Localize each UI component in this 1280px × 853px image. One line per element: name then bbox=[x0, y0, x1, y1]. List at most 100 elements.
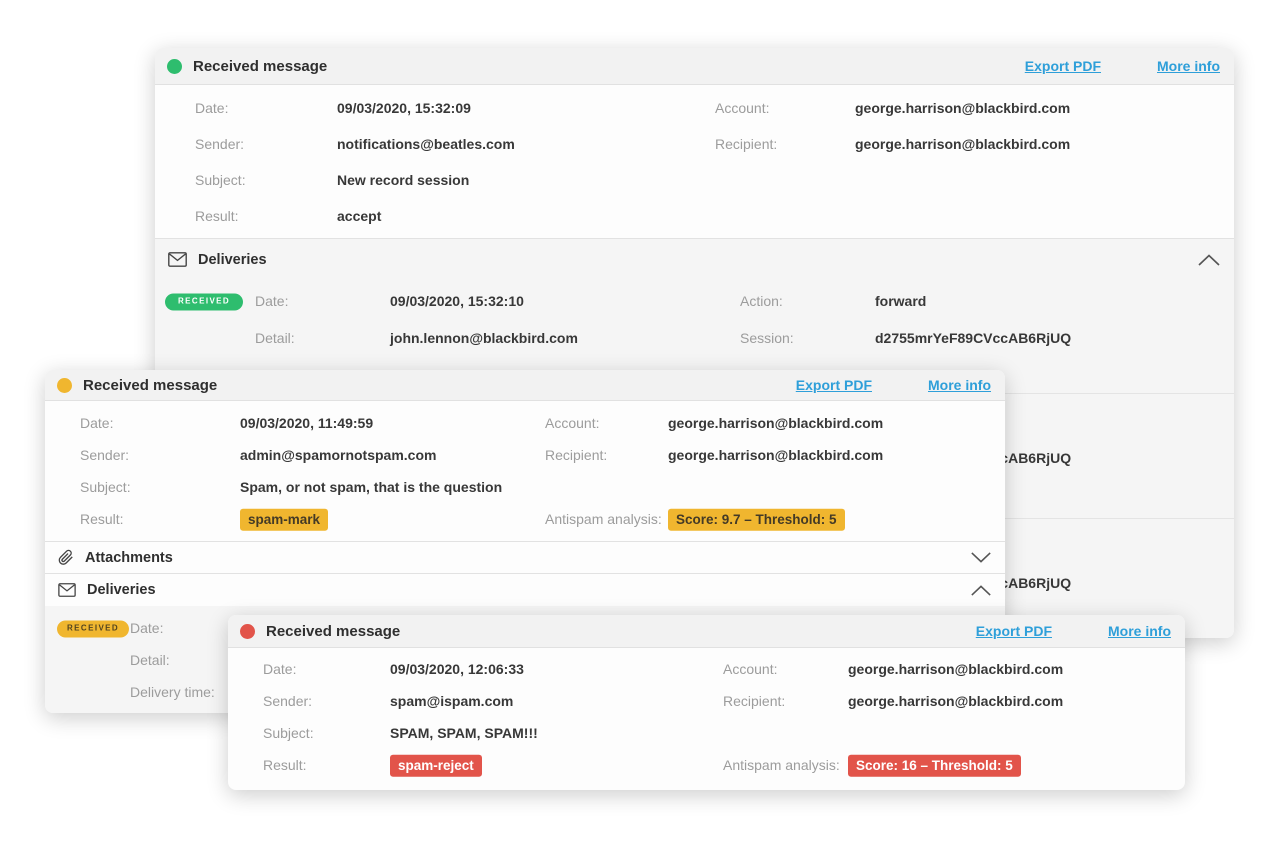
field-value: 09/03/2020, 15:32:09 bbox=[337, 101, 471, 115]
field-value: john.lennon@blackbird.com bbox=[390, 331, 578, 345]
more-info-link[interactable]: More info bbox=[1157, 58, 1220, 74]
antispam-score-badge: Score: 9.7 – Threshold: 5 bbox=[668, 512, 845, 527]
field-value: george.harrison@blackbird.com bbox=[855, 101, 1070, 115]
status-dot-red bbox=[240, 624, 255, 639]
message-summary: Date: 09/03/2020, 12:06:33 Account: geor… bbox=[228, 648, 1185, 790]
message-summary: Date: 09/03/2020, 11:49:59 Account: geor… bbox=[45, 401, 1005, 541]
header-links: Export PDF More info bbox=[796, 377, 993, 393]
chevron-up-icon[interactable] bbox=[1197, 254, 1221, 266]
field-value: 09/03/2020, 11:49:59 bbox=[240, 416, 373, 430]
envelope-icon bbox=[168, 252, 187, 267]
field-label: Account: bbox=[545, 416, 599, 430]
field-value: 09/03/2020, 15:32:10 bbox=[390, 294, 524, 308]
field-label: Account: bbox=[723, 662, 777, 676]
field-value: forward bbox=[875, 294, 926, 308]
field-value: d2755mrYeF89CVccAB6RjUQ bbox=[875, 331, 1071, 345]
card-title: Received message bbox=[83, 377, 217, 394]
field-label: Recipient: bbox=[723, 694, 785, 708]
field-row: Date: 09/03/2020, 15:32:09 Account: geor… bbox=[155, 90, 1234, 126]
field-label: Date: bbox=[130, 621, 163, 635]
more-info-link[interactable]: More info bbox=[1108, 623, 1171, 639]
section-title: Attachments bbox=[85, 550, 173, 566]
section-title: Deliveries bbox=[198, 252, 267, 268]
field-label: Account: bbox=[715, 101, 769, 115]
delivery-row: RECEIVED Date: 09/03/2020, 15:32:10 Acti… bbox=[155, 290, 1234, 312]
deliveries-section-header[interactable]: Deliveries bbox=[155, 238, 1234, 280]
field-label: Subject: bbox=[195, 173, 246, 187]
field-label: Recipient: bbox=[545, 448, 607, 462]
more-info-link[interactable]: More info bbox=[928, 377, 991, 393]
field-label: Subject: bbox=[80, 480, 131, 494]
card-title: Received message bbox=[193, 58, 327, 75]
card-header: Received message Export PDF More info bbox=[45, 370, 1005, 401]
field-value: accept bbox=[337, 209, 381, 223]
field-value: spam@ispam.com bbox=[390, 694, 513, 708]
field-value: New record session bbox=[337, 173, 469, 187]
card-title: Received message bbox=[266, 623, 400, 640]
field-value: Spam, or not spam, that is the question bbox=[240, 480, 502, 494]
field-label: Date: bbox=[195, 101, 228, 115]
envelope-icon bbox=[58, 583, 76, 597]
export-pdf-link[interactable]: Export PDF bbox=[1025, 58, 1101, 74]
deliveries-section-header[interactable]: Deliveries bbox=[45, 573, 1005, 606]
field-value: SPAM, SPAM, SPAM!!! bbox=[390, 726, 538, 740]
field-row: Result: accept bbox=[155, 198, 1234, 234]
field-label: Date: bbox=[80, 416, 113, 430]
card-header: Received message Export PDF More info bbox=[155, 48, 1234, 85]
field-label: Sender: bbox=[263, 694, 312, 708]
export-pdf-link[interactable]: Export PDF bbox=[976, 623, 1052, 639]
header-links: Export PDF More info bbox=[1025, 58, 1222, 74]
message-card-spam-rejected: Received message Export PDF More info Da… bbox=[228, 615, 1185, 790]
field-label: Result: bbox=[195, 209, 239, 223]
field-label: Session: bbox=[740, 331, 794, 345]
field-row: Subject: Spam, or not spam, that is the … bbox=[45, 471, 1005, 503]
export-pdf-link[interactable]: Export PDF bbox=[796, 377, 872, 393]
field-row: Subject: New record session bbox=[155, 162, 1234, 198]
field-row: Result: spam-mark Antispam analysis: Sco… bbox=[45, 503, 1005, 535]
message-summary: Date: 09/03/2020, 15:32:09 Account: geor… bbox=[155, 85, 1234, 238]
field-value: admin@spamornotspam.com bbox=[240, 448, 436, 462]
attachments-section-header[interactable]: Attachments bbox=[45, 541, 1005, 573]
field-label: Antispam analysis: bbox=[545, 512, 662, 526]
field-label: Subject: bbox=[263, 726, 314, 740]
field-label: Sender: bbox=[80, 448, 129, 462]
field-label: Sender: bbox=[195, 137, 244, 151]
field-row: Subject: SPAM, SPAM, SPAM!!! bbox=[228, 717, 1185, 749]
field-label: Delivery time: bbox=[130, 685, 215, 699]
delivery-row: Detail: john.lennon@blackbird.com Sessio… bbox=[155, 327, 1234, 349]
field-value: 09/03/2020, 12:06:33 bbox=[390, 662, 524, 676]
field-label: Action: bbox=[740, 294, 783, 308]
field-value: george.harrison@blackbird.com bbox=[848, 662, 1063, 676]
field-label: Result: bbox=[80, 512, 124, 526]
header-links: Export PDF More info bbox=[976, 623, 1173, 639]
field-row: Sender: notifications@beatles.com Recipi… bbox=[155, 126, 1234, 162]
field-value: george.harrison@blackbird.com bbox=[668, 416, 883, 430]
field-row: Sender: admin@spamornotspam.com Recipien… bbox=[45, 439, 1005, 471]
field-label: Date: bbox=[263, 662, 296, 676]
status-dot-green bbox=[167, 59, 182, 74]
result-badge: spam-mark bbox=[240, 512, 328, 527]
field-label: Antispam analysis: bbox=[723, 758, 840, 772]
field-label: Result: bbox=[263, 758, 307, 772]
field-label: Recipient: bbox=[715, 137, 777, 151]
field-row: Date: 09/03/2020, 12:06:33 Account: geor… bbox=[228, 653, 1185, 685]
section-title: Deliveries bbox=[87, 582, 156, 598]
field-value: george.harrison@blackbird.com bbox=[668, 448, 883, 462]
field-value: notifications@beatles.com bbox=[337, 137, 515, 151]
received-badge: RECEIVED bbox=[165, 292, 243, 311]
antispam-score-badge: Score: 16 – Threshold: 5 bbox=[848, 758, 1021, 773]
field-row: Sender: spam@ispam.com Recipient: george… bbox=[228, 685, 1185, 717]
field-value: george.harrison@blackbird.com bbox=[855, 137, 1070, 151]
status-dot-yellow bbox=[57, 378, 72, 393]
field-row: Result: spam-reject Antispam analysis: S… bbox=[228, 749, 1185, 781]
field-label: Detail: bbox=[255, 331, 295, 345]
field-value: george.harrison@blackbird.com bbox=[848, 694, 1063, 708]
chevron-up-icon[interactable] bbox=[970, 585, 992, 596]
field-label: Detail: bbox=[130, 653, 170, 667]
field-row: Date: 09/03/2020, 11:49:59 Account: geor… bbox=[45, 407, 1005, 439]
card-header: Received message Export PDF More info bbox=[228, 615, 1185, 648]
paperclip-icon bbox=[58, 549, 74, 566]
chevron-down-icon[interactable] bbox=[970, 552, 992, 563]
result-badge: spam-reject bbox=[390, 758, 482, 773]
field-label: Date: bbox=[255, 294, 288, 308]
